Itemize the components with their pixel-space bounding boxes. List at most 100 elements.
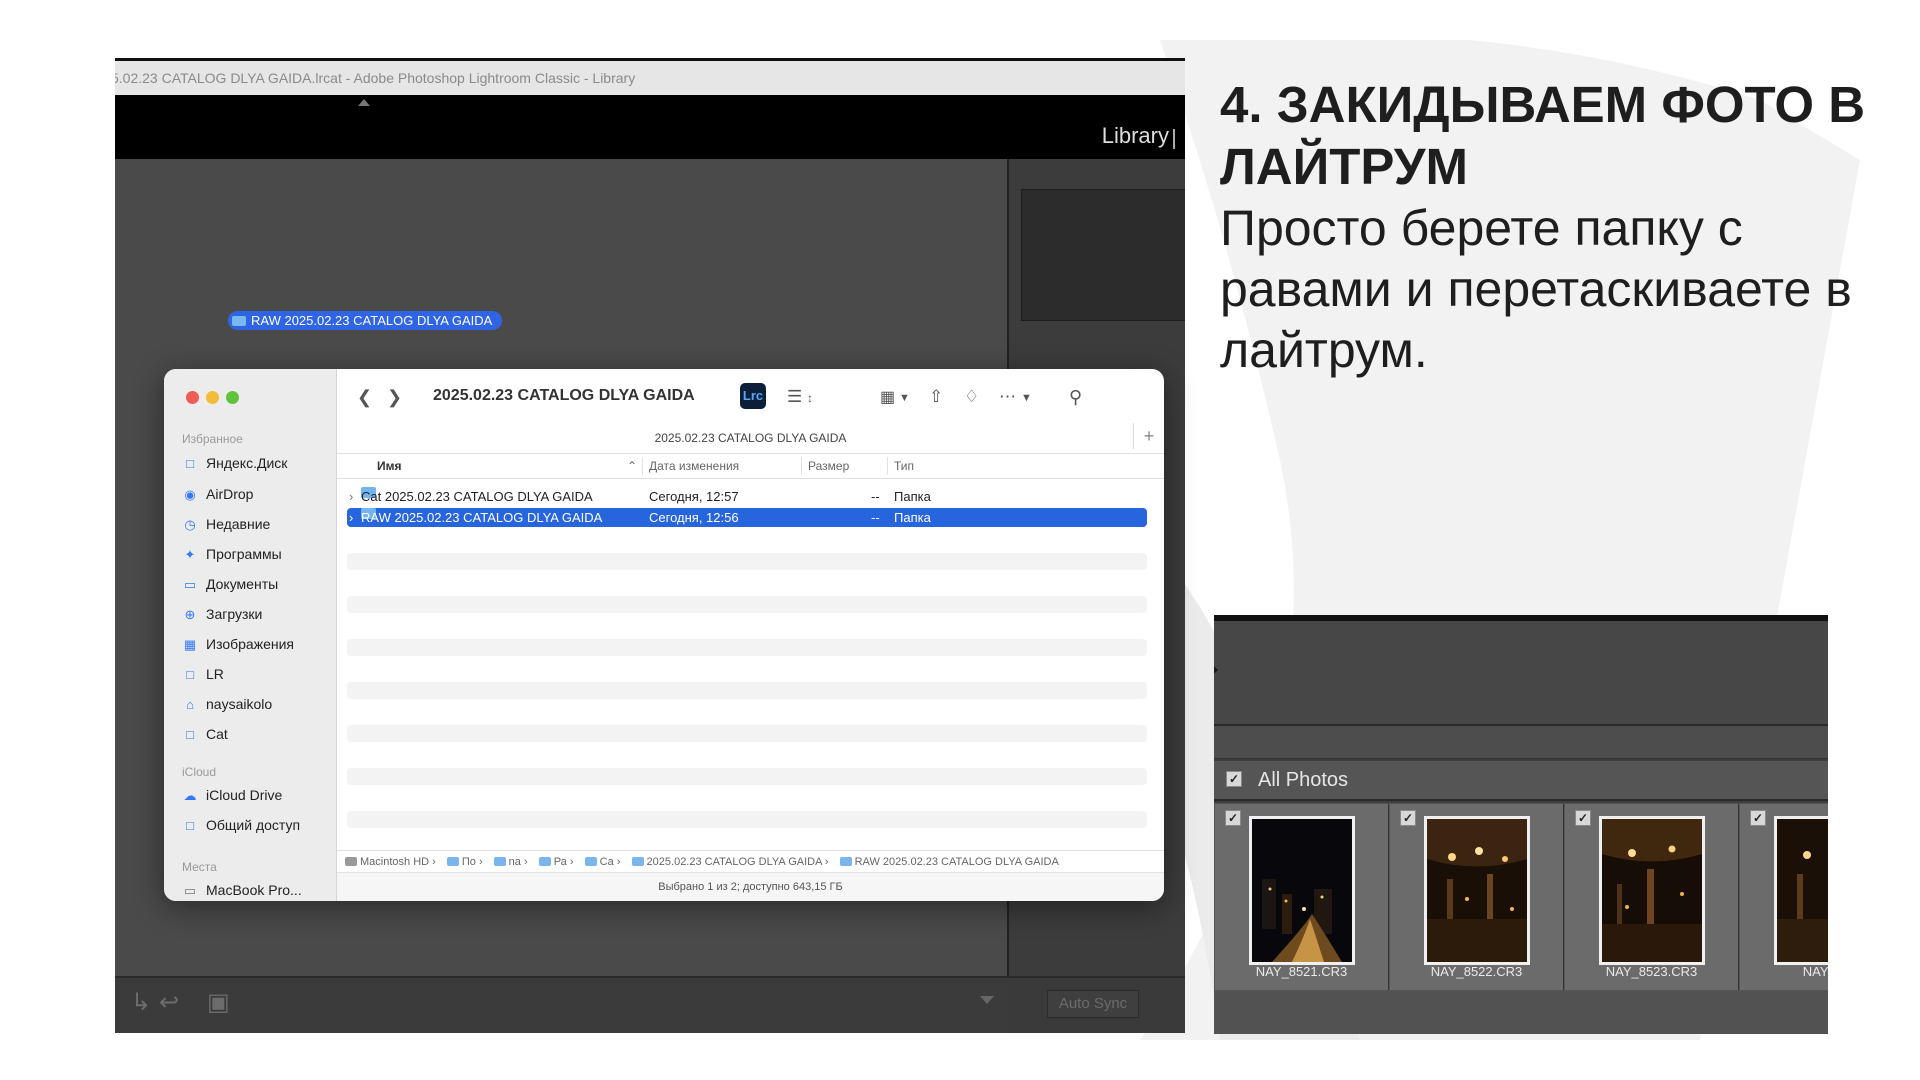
column-type[interactable]: Тип	[894, 459, 914, 473]
sidebar-item-macbook[interactable]: ▭ MacBook Pro...	[182, 882, 302, 899]
path-segment[interactable]: Са	[577, 856, 614, 868]
column-date[interactable]: Дата изменения	[649, 459, 739, 473]
sidebar-item-lr[interactable]: □ LR	[182, 666, 224, 682]
folder-icon: □	[186, 727, 194, 742]
path-segment[interactable]: 2025.02.23 CATALOG DLYA GAIDA	[624, 856, 822, 868]
path-segment[interactable]: Macintosh HD	[337, 856, 429, 868]
sidebar-item-pictures[interactable]: ▦ Изображения	[182, 636, 294, 653]
sidebar-item-cat[interactable]: □ Cat	[182, 726, 228, 742]
file-name: NAY_8523.CR3	[1605, 964, 1698, 979]
checkbox-icon[interactable]: ✓	[1575, 810, 1591, 826]
path-segment[interactable]: RAW 2025.02.23 CATALOG DLYA GAIDA	[832, 856, 1059, 868]
search-icon[interactable]: ⚲	[1069, 387, 1082, 408]
auto-sync-button[interactable]: Auto Sync	[1047, 990, 1139, 1018]
sidebar-item-yandex-disk[interactable]: □ Яндекс.Диск	[182, 455, 287, 471]
lightroom-app-icon[interactable]: Lrc	[740, 383, 766, 409]
zoom-button[interactable]	[226, 391, 239, 404]
finder-sidebar: Избранное □ Яндекс.Диск ◉ AirDrop ◷ Недавни…	[164, 369, 337, 901]
checkbox-icon[interactable]: ✓	[1400, 810, 1416, 826]
filmstrip-thumbnail[interactable]: ✓ NAY_85	[1739, 803, 1828, 991]
filmstrip-bottom	[1214, 991, 1828, 1034]
dragged-folder[interactable]: RAW 2025.02.23 CATALOG DLYA GAIDA	[228, 311, 503, 330]
folder-icon	[538, 857, 551, 866]
path-segment[interactable]: na	[486, 856, 521, 868]
minimize-button[interactable]	[206, 391, 219, 404]
all-photos-row[interactable]: ✓ All Photos	[1214, 761, 1828, 801]
finder-toolbar: ❮ ❯ 2025.02.23 CATALOG DLYA GAIDA Lrc ☰ …	[337, 369, 1164, 421]
window-titlebar: 5.02.23 CATALOG DLYA GAIDA.lrcat - Adobe…	[115, 61, 1185, 95]
row-type: Папка	[894, 489, 931, 504]
sidebar-item-home[interactable]: ⌂ naysaikolo	[182, 696, 272, 712]
image-icon: ▦	[183, 637, 197, 652]
share-icon[interactable]: ⇧	[929, 387, 943, 407]
tag-icon[interactable]: ♢	[964, 387, 979, 407]
column-name[interactable]: Имя	[377, 459, 402, 473]
window-title: 5.02.23 CATALOG DLYA GAIDA.lrcat - Adobe…	[115, 70, 636, 86]
list-view-icon[interactable]: ☰	[787, 387, 802, 407]
dragged-folder-label: RAW 2025.02.23 CATALOG DLYA GAIDA	[251, 313, 493, 328]
path-title: 2025.02.23 CATALOG DLYA GAIDA	[654, 431, 847, 445]
sidebar-item-applications[interactable]: ✦ Программы	[182, 546, 282, 563]
sidebar-item-shared[interactable]: □ Общий доступ	[182, 817, 300, 833]
sidebar-item-documents[interactable]: ▭ Документы	[182, 576, 278, 593]
sidebar-item-airdrop[interactable]: ◉ AirDrop	[182, 486, 253, 503]
row-type: Папка	[894, 510, 931, 525]
checkbox-icon[interactable]: ✓	[1225, 810, 1241, 826]
disclosure-icon[interactable]: ›	[349, 508, 353, 527]
sort-chevron-icon[interactable]: ⌃	[627, 459, 637, 473]
column-header: Имя ⌃ Дата изменения Размер Тип	[337, 453, 1164, 479]
column-size[interactable]: Размер	[808, 459, 849, 473]
column-divider	[887, 457, 888, 475]
row-size: --	[871, 489, 880, 504]
empty-row	[347, 811, 1147, 828]
module-separator	[1173, 129, 1175, 149]
table-row-selected[interactable]: › RAW 2025.02.23 CATALOG DLYA GAIDA Сего…	[347, 508, 1147, 527]
checkbox-icon[interactable]: ✓	[1226, 771, 1242, 787]
disclosure-icon[interactable]: ›	[349, 487, 353, 506]
laptop-icon: ▭	[183, 883, 197, 898]
chevron-down-icon[interactable]: ▼	[1021, 392, 1032, 404]
filmstrip-thumbnail[interactable]: ✓ NAY_8523.CR3	[1564, 803, 1740, 991]
path-segment[interactable]: По	[439, 856, 476, 868]
sidebar-section-favorites: Избранное	[182, 432, 243, 446]
chevron-down-icon[interactable]	[980, 996, 994, 1004]
new-tab-button[interactable]: +	[1133, 423, 1164, 449]
photo-thumbnail	[1424, 816, 1530, 965]
download-icon: ⊕	[184, 607, 196, 622]
cloud-icon: ☁	[183, 788, 197, 803]
folder-icon	[584, 857, 597, 866]
photo-thumbnail	[1249, 816, 1355, 965]
collapse-arrow-icon[interactable]	[358, 99, 370, 106]
sidebar-item-downloads[interactable]: ⊕ Загрузки	[182, 606, 263, 623]
updown-chevron-icon[interactable]: ↕	[807, 391, 813, 405]
panel-arrow-icon[interactable]	[1214, 661, 1218, 679]
folder-icon	[493, 857, 506, 866]
back-icon[interactable]: ❮	[357, 387, 372, 408]
home-icon: ⌂	[186, 697, 194, 712]
applications-icon: ✦	[184, 547, 196, 562]
lightroom-top-bar	[115, 95, 1185, 159]
sidebar-item-icloud-drive[interactable]: ☁ iCloud Drive	[182, 787, 283, 804]
file-name: NAY_8522.CR3	[1430, 964, 1523, 979]
more-actions-icon[interactable]: ⋯	[999, 387, 1016, 407]
crop-icon[interactable]: ▣	[207, 988, 230, 1017]
empty-row	[347, 639, 1147, 656]
grid-group-icon[interactable]: ▦	[880, 387, 895, 407]
sidebar-item-recents[interactable]: ◷ Недавние	[182, 516, 270, 533]
lightroom-filmstrip-crop: ✓ All Photos ✓ NAY_8521.CR3 ✓ NAY_8522.C…	[1214, 615, 1828, 1034]
filmstrip-thumbnail[interactable]: ✓ NAY_8521.CR3	[1214, 803, 1390, 991]
drive-icon	[345, 857, 357, 866]
close-button[interactable]	[186, 391, 199, 404]
folder-icon: □	[186, 456, 194, 471]
rotate-left-icon[interactable]: ↳	[131, 988, 151, 1017]
folder-icon	[232, 316, 246, 326]
folder-icon	[631, 857, 644, 866]
undo-icon[interactable]: ↩	[159, 988, 179, 1017]
module-library[interactable]: Library	[1102, 123, 1169, 149]
chevron-down-icon[interactable]: ▼	[899, 392, 910, 404]
table-row[interactable]: › Cat 2025.02.23 CATALOG DLYA GAIDA Сего…	[347, 487, 1147, 506]
checkbox-icon[interactable]: ✓	[1750, 810, 1766, 826]
filmstrip-thumbnail[interactable]: ✓ NAY_8522.CR3	[1389, 803, 1565, 991]
forward-icon[interactable]: ❯	[387, 387, 402, 408]
path-segment[interactable]: Ра	[531, 856, 567, 868]
